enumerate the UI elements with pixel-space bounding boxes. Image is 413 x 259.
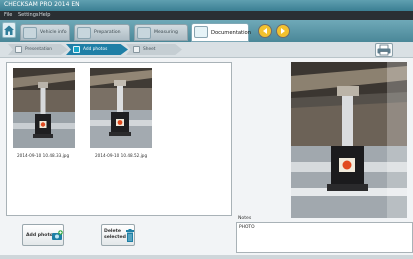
tab-label: Preparation: [94, 30, 121, 35]
tools-icon: [77, 27, 91, 39]
sheet-icon: [133, 46, 140, 53]
photo-caption: 2014-09-10 10.48.33.jpg: [17, 153, 70, 158]
gauge-icon: [137, 27, 151, 39]
delete-label-line2: selected: [104, 235, 126, 240]
photo-thumbnail[interactable]: [90, 68, 152, 148]
photo-thumbnail[interactable]: [13, 68, 75, 148]
window-title: CHECKSAM PRO 2014 EN: [4, 1, 80, 8]
arrow-left-icon: [263, 28, 267, 34]
tab-documentation[interactable]: Documentation: [191, 23, 251, 42]
tab-preparation[interactable]: Preparation: [74, 24, 130, 41]
tab-vehicle-info[interactable]: Vehicle info: [20, 24, 70, 41]
printer-icon: [377, 44, 391, 56]
photo-image: [90, 68, 152, 148]
menu-bar: File Settings Help: [0, 11, 413, 20]
document-icon: [194, 26, 208, 38]
delete-selected-button[interactable]: Delete selected: [101, 224, 135, 246]
preview-image: [291, 62, 407, 218]
notes-field[interactable]: PHOTO: [236, 222, 413, 253]
arrow-right-icon: [281, 28, 285, 34]
step-label: Sheet: [143, 47, 156, 52]
home-icon: [4, 25, 14, 35]
photo-gallery: 2014-09-10 10.48.33.jpg 2014-09-10 10.48…: [6, 62, 232, 216]
tab-label: Vehicle info: [40, 30, 67, 35]
step-label: Presentation: [25, 47, 52, 52]
car-icon: [23, 27, 37, 39]
add-photo-button[interactable]: Add photo: [22, 224, 64, 246]
step-sheet[interactable]: Sheet: [126, 44, 182, 55]
tab-label: Measuring: [154, 30, 178, 35]
notes-label: Notes: [238, 216, 252, 221]
step-add-photos[interactable]: Add photos: [66, 44, 128, 55]
add-camera-icon: [52, 230, 63, 240]
home-button[interactable]: [2, 22, 16, 38]
photo-caption: 2014-09-10 10.48.52.jpg: [95, 153, 148, 158]
notes-text: PHOTO: [239, 225, 255, 230]
add-photo-label: Add photo: [26, 233, 53, 238]
photo-image: [13, 68, 75, 148]
step-presentation[interactable]: Presentation: [8, 44, 68, 55]
presentation-icon: [15, 46, 22, 53]
print-button[interactable]: [375, 43, 393, 57]
menu-item-settings[interactable]: Settings: [18, 12, 39, 18]
tab-measuring[interactable]: Measuring: [134, 24, 188, 41]
tab-label: Documentation: [211, 30, 251, 36]
photo-preview: [291, 62, 407, 218]
title-bar: CHECKSAM PRO 2014 EN: [0, 0, 413, 11]
forward-button[interactable]: [276, 24, 290, 38]
camera-icon: [73, 46, 80, 53]
menu-item-file[interactable]: File: [4, 12, 12, 18]
trash-icon: [126, 229, 134, 242]
app-window: CHECKSAM PRO 2014 EN File Settings Help …: [0, 0, 413, 259]
step-label: Add photos: [83, 47, 108, 52]
status-bar: [0, 255, 413, 259]
menu-item-help[interactable]: Help: [39, 12, 50, 18]
back-button[interactable]: [258, 24, 272, 38]
